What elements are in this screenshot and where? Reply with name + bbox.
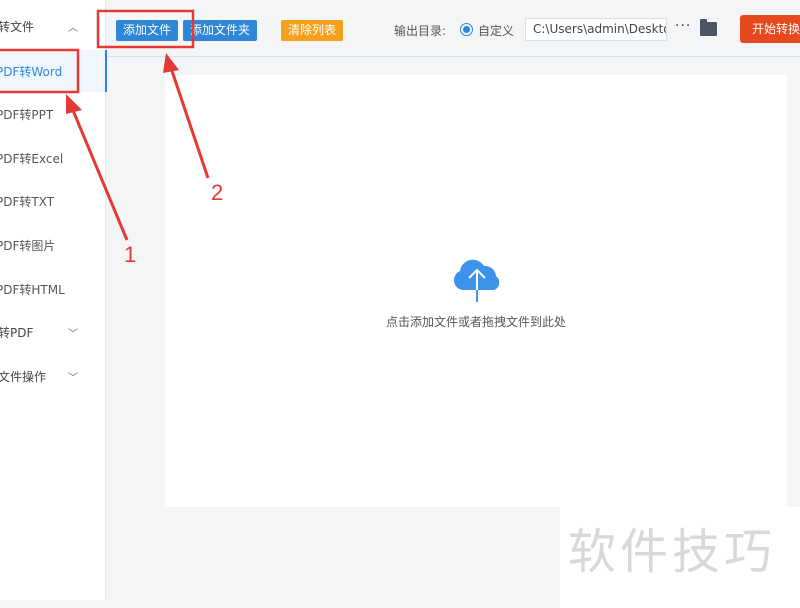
sidebar-item-label: PDF转图片 — [0, 238, 56, 253]
sidebar-item-pdf-to-excel[interactable]: PDF转Excel — [0, 148, 106, 168]
sidebar-item-label: PDF转Word — [0, 64, 63, 79]
chevron-up-icon: ︿ — [68, 22, 78, 34]
sidebar-group-convert-file[interactable]: 转文件 ︿ — [0, 16, 100, 36]
sidebar-item-pdf-to-txt[interactable]: PDF转TXT — [0, 191, 106, 211]
add-folder-button[interactable]: 添加文件夹 — [183, 20, 258, 41]
drop-zone[interactable]: 点击添加文件或者拖拽文件到此处 — [165, 75, 787, 507]
more-icon[interactable]: ··· — [675, 18, 691, 34]
chevron-down-icon: ﹀ — [68, 328, 78, 340]
sidebar-group-file-ops[interactable]: 文件操作 ﹀ — [0, 366, 100, 386]
sidebar-item-label: PDF转TXT — [0, 194, 55, 209]
watermark: 软件技巧 — [568, 524, 777, 580]
sidebar: 转文件 ︿ PDF转Word PDF转PPT PDF转Excel PDF转TXT … — [0, 0, 107, 600]
sidebar-item-pdf-to-ppt[interactable]: PDF转PPT — [0, 104, 106, 124]
sidebar-item-label: PDF转PPT — [0, 107, 54, 122]
custom-radio[interactable] — [460, 23, 473, 36]
cloud-upload-icon — [453, 259, 500, 302]
start-convert-button[interactable]: 开始转换 — [740, 15, 800, 43]
sidebar-item-label: PDF转Excel — [0, 151, 64, 166]
group-label: 文件操作 — [0, 369, 47, 384]
sidebar-group-to-pdf[interactable]: 转PDF ﹀ — [0, 322, 100, 342]
group-label: 转文件 — [0, 19, 35, 34]
folder-icon[interactable] — [700, 19, 717, 36]
add-file-button[interactable]: 添加文件 — [116, 20, 179, 41]
clear-list-button[interactable]: 清除列表 — [281, 20, 344, 41]
group-label: 转PDF — [0, 325, 34, 340]
output-path-input[interactable]: C:\Users\admin\Deskto — [525, 18, 667, 41]
sidebar-item-label: PDF转HTML — [0, 282, 65, 297]
sidebar-item-pdf-to-word[interactable]: PDF转Word — [0, 50, 107, 92]
custom-option-label[interactable]: 自定义 — [478, 22, 514, 39]
chevron-down-icon: ﹀ — [68, 372, 78, 384]
toolbar: 添加文件 添加文件夹 清除列表 输出目录: 自定义 C:\Users\admin… — [107, 0, 800, 57]
sidebar-item-pdf-to-image[interactable]: PDF转图片 — [0, 235, 106, 255]
output-dir-label: 输出目录: — [394, 24, 447, 38]
annotation-label-1: 1 — [124, 242, 136, 267]
drop-hint: 点击添加文件或者拖拽文件到此处 — [385, 315, 566, 329]
sidebar-item-pdf-to-html[interactable]: PDF转HTML — [0, 279, 106, 299]
